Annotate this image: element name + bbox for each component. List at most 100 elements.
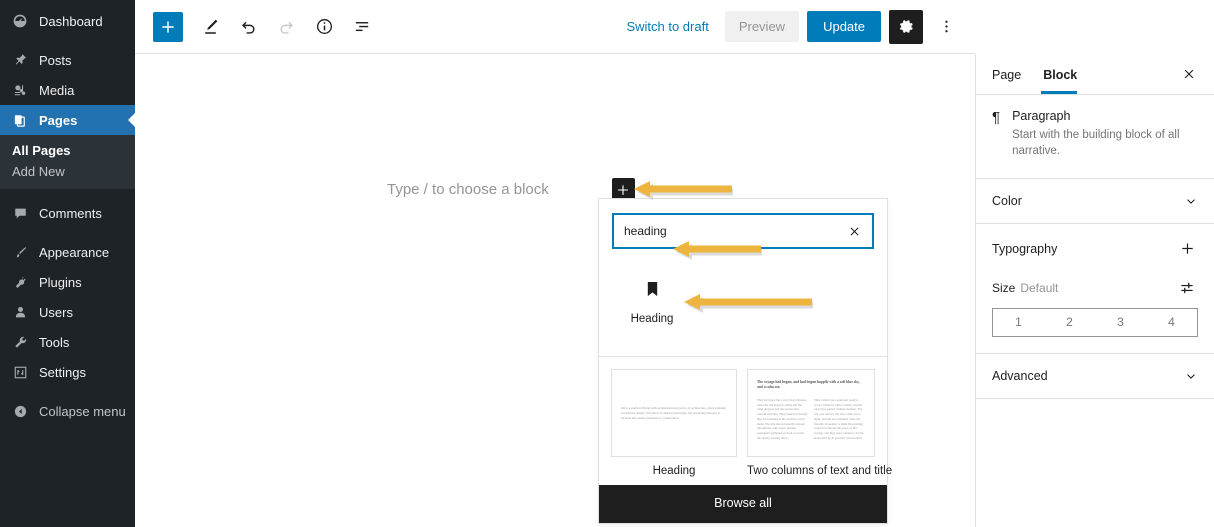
inserter-search-input[interactable] bbox=[624, 224, 844, 238]
sidebar-item-label: Media bbox=[39, 82, 75, 98]
block-inserter-popover: Heading We're a studio in Berlin with an… bbox=[598, 198, 893, 524]
pages-icon bbox=[10, 110, 30, 130]
pattern-label: Two columns of text and title bbox=[747, 465, 893, 477]
toolbar-edit-tool-button[interactable] bbox=[194, 11, 226, 43]
sidebar-item-posts[interactable]: Posts bbox=[0, 45, 135, 75]
sliders-icon bbox=[1181, 282, 1193, 293]
update-button[interactable]: Update bbox=[807, 11, 881, 42]
toolbar-details-button[interactable] bbox=[308, 11, 340, 43]
clear-search-button[interactable] bbox=[844, 221, 864, 241]
sidebar-item-label: Settings bbox=[39, 364, 86, 380]
chevron-down-icon bbox=[1184, 369, 1198, 383]
sidebar-separator bbox=[0, 189, 135, 198]
sidebar-item-label: Collapse menu bbox=[39, 403, 126, 419]
inserter-block-results: Heading bbox=[599, 261, 887, 357]
redo-icon bbox=[279, 21, 293, 34]
sidebar-item-users[interactable]: Users bbox=[0, 297, 135, 327]
settings-sidebar: Page Block ¶ Paragraph Start with the bu… bbox=[975, 54, 1214, 527]
heading-block-result[interactable]: Heading bbox=[612, 275, 692, 325]
sidebar-item-label: Plugins bbox=[39, 274, 82, 290]
font-size-option-1[interactable]: 1 bbox=[993, 309, 1044, 336]
tab-block[interactable]: Block bbox=[1041, 56, 1087, 94]
submenu-item-add-new[interactable]: Add New bbox=[0, 161, 135, 182]
sidebar-item-collapse-menu[interactable]: Collapse menu bbox=[0, 396, 135, 426]
heading-bookmark-icon bbox=[645, 281, 660, 303]
sidebar-item-appearance[interactable]: Appearance bbox=[0, 237, 135, 267]
toolbar-list-view-button[interactable] bbox=[346, 11, 378, 43]
inserter-pattern-results: We're a studio in Berlin with an interna… bbox=[599, 357, 893, 485]
plus-icon bbox=[1181, 243, 1193, 254]
font-size-header: Size Default bbox=[992, 277, 1198, 299]
toolbar-undo-button[interactable] bbox=[232, 11, 264, 43]
block-card-text: Paragraph Start with the building block … bbox=[1012, 109, 1198, 160]
sidebar-item-tools[interactable]: Tools bbox=[0, 327, 135, 357]
sidebar-separator bbox=[0, 228, 135, 237]
sidebar-item-plugins[interactable]: Plugins bbox=[0, 267, 135, 297]
pattern-thumbnail: We're a studio in Berlin with an interna… bbox=[611, 369, 737, 457]
typography-panel: Typography Size Default 1 2 3 4 bbox=[976, 224, 1214, 354]
font-size-value: Default bbox=[1020, 280, 1059, 295]
color-panel-title: Color bbox=[992, 193, 1022, 208]
pattern-preview-title: The voyage had begun, and had begun happ… bbox=[757, 380, 860, 390]
switch-to-draft-link[interactable]: Switch to draft bbox=[618, 13, 716, 40]
advanced-panel-header[interactable]: Advanced bbox=[976, 354, 1214, 399]
submenu-item-all-pages[interactable]: All Pages bbox=[0, 140, 135, 161]
sidebar-item-pages[interactable]: Pages bbox=[0, 105, 135, 135]
sidebar-item-label: Tools bbox=[39, 334, 70, 350]
pin-icon bbox=[10, 50, 30, 70]
font-size-tools-button[interactable] bbox=[1176, 277, 1198, 299]
font-size-option-3[interactable]: 3 bbox=[1095, 309, 1146, 336]
color-panel-header[interactable]: Color bbox=[976, 179, 1214, 224]
toolbar-left-group bbox=[153, 11, 378, 43]
sidebar-item-dashboard[interactable]: Dashboard bbox=[0, 6, 135, 36]
submenu-label: All Pages bbox=[12, 143, 71, 158]
block-card: ¶ Paragraph Start with the building bloc… bbox=[976, 95, 1214, 179]
font-size-label: Size bbox=[992, 280, 1016, 295]
pattern-label: Heading bbox=[652, 465, 696, 477]
inserter-search-field[interactable] bbox=[612, 213, 874, 249]
user-icon bbox=[10, 302, 30, 322]
submenu-label: Add New bbox=[12, 164, 65, 179]
close-settings-button[interactable] bbox=[1176, 61, 1202, 87]
toolbar-redo-button[interactable] bbox=[270, 11, 302, 43]
more-options-button[interactable] bbox=[931, 10, 961, 44]
pattern-thumbnail: The voyage had begun, and had begun happ… bbox=[747, 369, 875, 457]
tab-page[interactable]: Page bbox=[992, 56, 1031, 93]
sidebar-item-settings[interactable]: Settings bbox=[0, 357, 135, 387]
sidebar-item-media[interactable]: Media bbox=[0, 75, 135, 105]
pattern-preview-text: We're a studio in Berlin with an interna… bbox=[621, 406, 726, 420]
pattern-heading[interactable]: We're a studio in Berlin with an interna… bbox=[611, 369, 737, 477]
pattern-preview-column-2: Their minds were quiet and ready to acce… bbox=[814, 397, 864, 441]
sidebar-separator bbox=[0, 36, 135, 45]
dashboard-icon bbox=[10, 11, 30, 31]
undo-icon bbox=[241, 21, 255, 34]
paragraph-placeholder: Type / to choose a block bbox=[387, 181, 549, 198]
sidebar-item-label: Comments bbox=[39, 205, 102, 221]
preview-button[interactable]: Preview bbox=[724, 11, 800, 42]
editor-canvas: Type / to choose a block heading Heading… bbox=[135, 54, 975, 527]
toolbar-add-block-button[interactable] bbox=[153, 11, 183, 42]
typography-add-button[interactable] bbox=[1176, 238, 1198, 260]
kebab-menu-icon bbox=[944, 20, 948, 33]
font-size-option-4[interactable]: 4 bbox=[1146, 309, 1197, 336]
pattern-two-columns[interactable]: The voyage had begun, and had begun happ… bbox=[747, 369, 893, 477]
gear-icon bbox=[899, 20, 913, 33]
font-size-option-2[interactable]: 2 bbox=[1044, 309, 1095, 336]
list-view-icon bbox=[355, 22, 368, 32]
editor-toolbar: Switch to draft Preview Update bbox=[135, 0, 975, 54]
wordpress-block-editor: Dashboard Posts Media Pages All Pages Ad… bbox=[0, 0, 1214, 527]
chevron-down-icon bbox=[1184, 194, 1198, 208]
close-icon bbox=[850, 227, 858, 235]
advanced-panel-title: Advanced bbox=[992, 368, 1048, 383]
sidebar-item-comments[interactable]: Comments bbox=[0, 198, 135, 228]
settings-tabs: Page Block bbox=[976, 54, 1214, 95]
block-result-label: Heading bbox=[630, 313, 674, 325]
browse-all-button[interactable]: Browse all bbox=[599, 485, 887, 523]
settings-toggle-button[interactable] bbox=[889, 9, 923, 44]
block-card-title: Paragraph bbox=[1012, 109, 1071, 123]
sidebar-item-label: Appearance bbox=[39, 244, 110, 260]
pattern-preview-column-1: They had gone but a very short distance … bbox=[757, 397, 808, 441]
inserter-search-wrapper bbox=[599, 199, 887, 261]
editor-area: Switch to draft Preview Update Type / to… bbox=[135, 0, 975, 527]
sidebar-item-label: Pages bbox=[39, 112, 78, 128]
